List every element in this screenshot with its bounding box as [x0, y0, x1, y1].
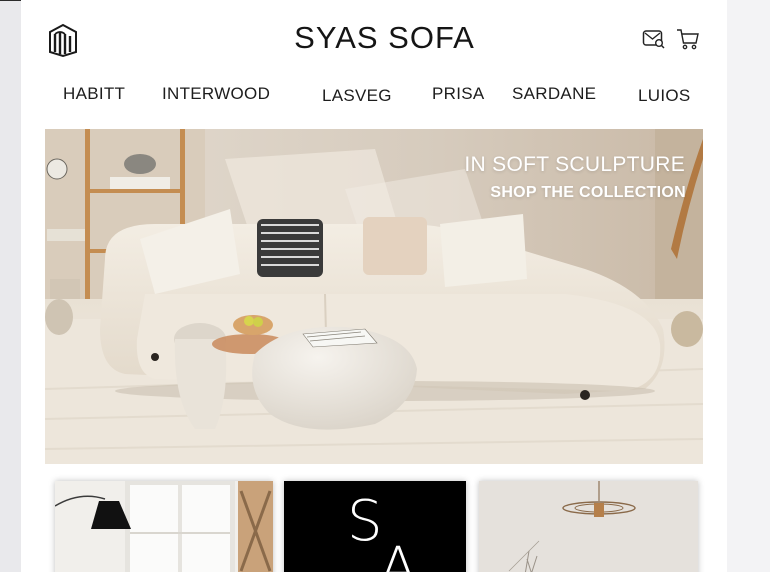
- nav-item-habitt[interactable]: HABITT: [63, 84, 125, 104]
- search-icon[interactable]: [641, 26, 667, 52]
- hero-title: IN SOFT SCULPTURE: [464, 153, 685, 176]
- nav-item-prisa[interactable]: PRISA: [432, 84, 485, 104]
- lamp-image: [55, 481, 273, 572]
- shop-collection-link[interactable]: SHOP THE COLLECTION: [490, 184, 686, 202]
- hero-banner[interactable]: IN SOFT SCULPTURE SHOP THE COLLECTION: [45, 129, 703, 464]
- category-card-lamp[interactable]: [55, 481, 273, 572]
- card-letter-s: S: [347, 489, 383, 554]
- nav-item-sardane[interactable]: SARDANE: [512, 84, 596, 104]
- category-card-sa[interactable]: S A: [284, 481, 466, 572]
- brand-title[interactable]: SYAS SOFA: [21, 20, 727, 56]
- category-card-pendant[interactable]: [479, 481, 698, 572]
- cart-icon[interactable]: [675, 26, 701, 52]
- nav-item-luios[interactable]: LUIOS: [638, 86, 691, 106]
- card-letter-a: A: [379, 536, 418, 572]
- header-actions: [641, 26, 701, 52]
- nav-item-lasveg[interactable]: LASVEG: [322, 86, 392, 106]
- nav-item-interwood[interactable]: INTERWOOD: [162, 84, 270, 104]
- right-margin: [727, 0, 770, 572]
- page-container: SYAS SOFA HABITT INTERWOOD LASVEG PRISA …: [21, 0, 727, 572]
- pendant-image: [479, 481, 698, 572]
- hero-image: [45, 129, 703, 464]
